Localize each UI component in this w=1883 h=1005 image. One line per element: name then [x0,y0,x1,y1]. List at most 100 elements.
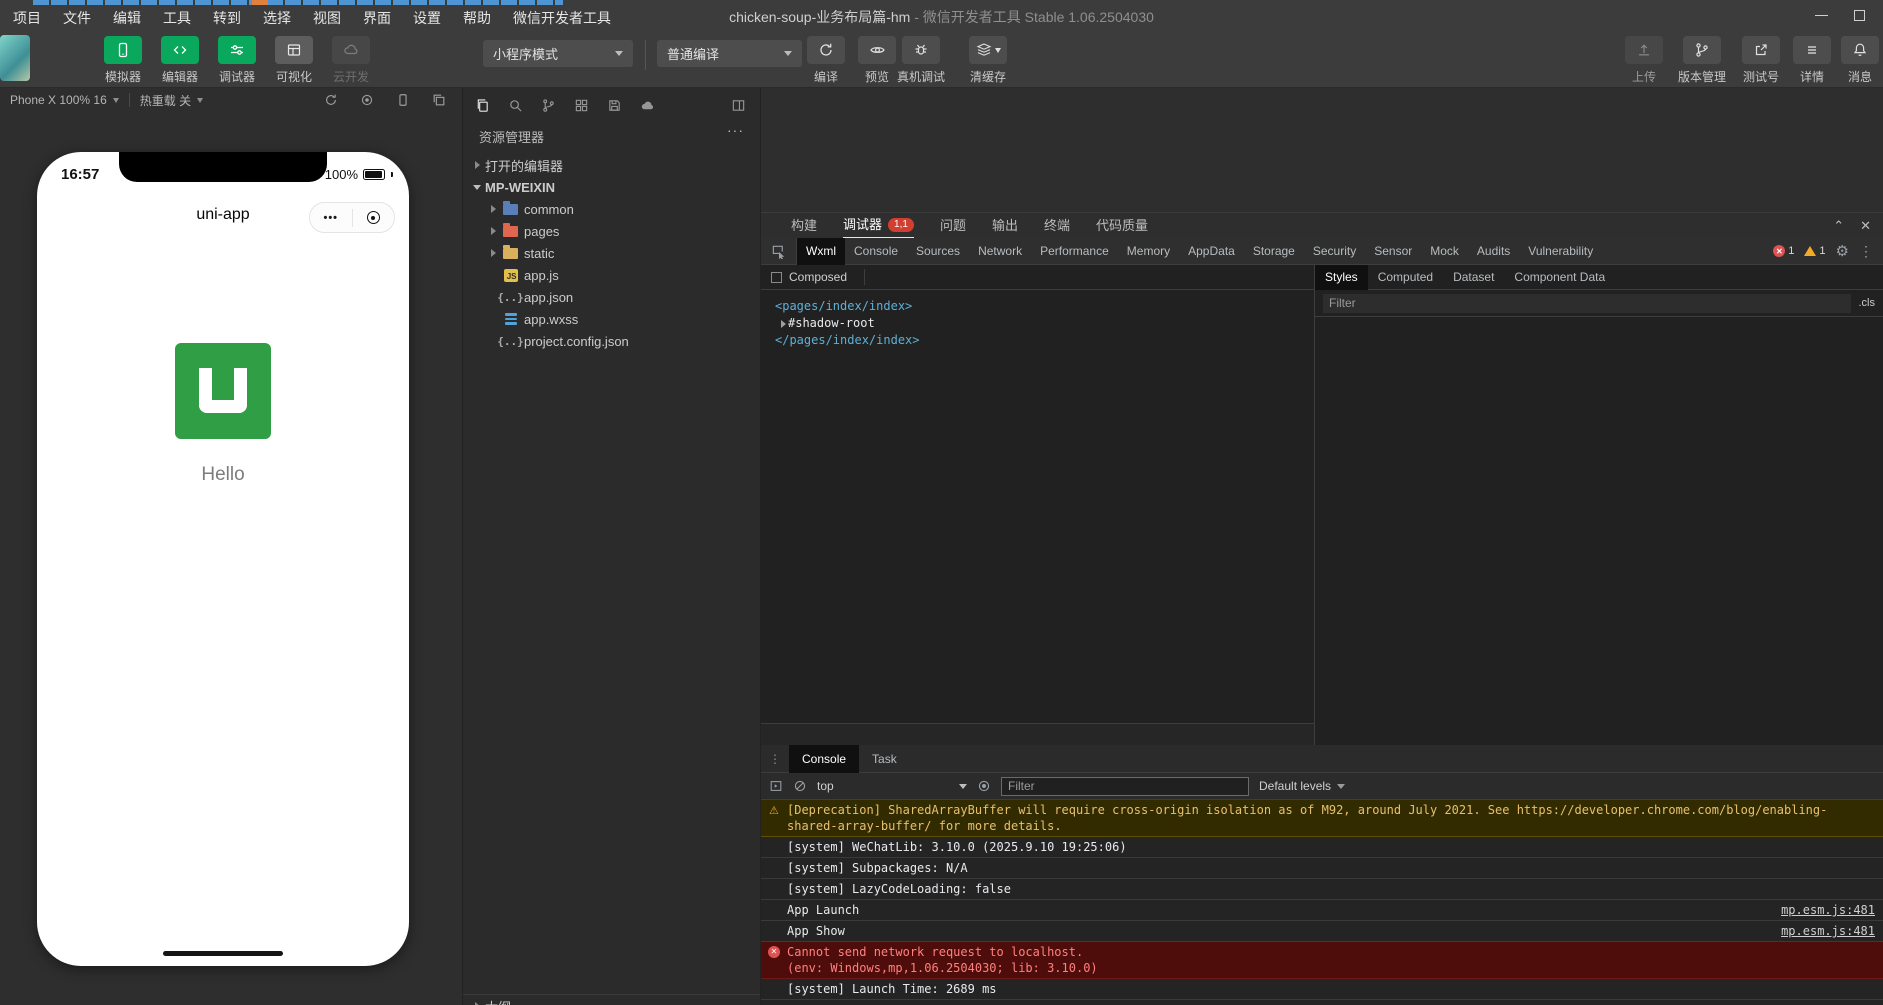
menu-wechat-devtools[interactable]: 微信开发者工具 [504,5,620,31]
cloud-sync-icon[interactable] [640,98,655,113]
devtools-tab-sensor[interactable]: Sensor [1365,238,1421,265]
menu-tools[interactable]: 工具 [154,5,200,31]
menu-edit[interactable]: 编辑 [104,5,150,31]
tab-terminal[interactable]: 终端 [1044,213,1070,239]
tab-code-quality[interactable]: 代码质量 [1096,213,1148,239]
menu-goto[interactable]: 转到 [204,5,250,31]
devtools-tab-appdata[interactable]: AppData [1179,238,1244,265]
tab-output[interactable]: 输出 [992,213,1018,239]
more-menu-button[interactable]: ••• [310,212,352,224]
source-link[interactable]: mp.esm.js:481 [1781,902,1875,918]
version-manage-button[interactable]: 版本管理 [1674,36,1730,85]
compile-button[interactable]: 编译 [806,36,846,85]
kebab-menu-icon[interactable]: ⋮ [1859,243,1873,260]
record-icon[interactable] [360,93,374,107]
compile-select[interactable]: 普通编译 [657,40,802,67]
tab-build[interactable]: 构建 [791,213,817,239]
close-panel-icon[interactable]: ✕ [1860,218,1871,234]
styles-filter-input[interactable] [1323,293,1851,313]
tree-folder-common[interactable]: common [463,198,760,220]
live-expression-eye-icon[interactable] [977,779,991,793]
source-control-icon[interactable] [541,98,556,113]
menu-file[interactable]: 文件 [54,5,100,31]
source-link[interactable]: mp.esm.js:481 [1781,923,1875,939]
menu-settings[interactable]: 设置 [404,5,450,31]
composed-checkbox[interactable] [771,271,782,283]
maximize-icon[interactable] [1854,9,1865,21]
devtools-tab-console[interactable]: Console [845,238,907,265]
tab-component-data[interactable]: Component Data [1504,265,1615,290]
drag-handle-icon[interactable]: ⋮ [761,752,789,766]
menu-help[interactable]: 帮助 [454,5,500,31]
cls-toggle[interactable]: .cls [1859,297,1876,309]
test-account-button[interactable]: 测试号 [1738,36,1784,85]
tab-styles[interactable]: Styles [1315,264,1368,290]
collapse-panel-icon[interactable]: ⌃ [1833,218,1844,234]
menu-view[interactable]: 视图 [304,5,350,31]
extensions-icon[interactable] [574,98,589,113]
tree-file-appwxss[interactable]: app.wxss [463,308,760,330]
tree-file-appjson[interactable]: {..} app.json [463,286,760,308]
tab-debugger[interactable]: 调试器 1,1 [843,213,914,239]
files-icon[interactable] [475,98,490,113]
error-count-badge[interactable]: ✕ 1 [1773,245,1794,257]
tab-console[interactable]: Console [789,745,860,773]
save-all-icon[interactable] [607,98,622,113]
minimize-icon[interactable] [1815,14,1828,16]
devtools-tab-vulnerability[interactable]: Vulnerability [1519,238,1602,265]
sidebar-toggle-icon[interactable] [769,779,783,793]
tree-open-editors[interactable]: 打开的编辑器 [463,154,760,176]
device-debug-button[interactable]: 真机调试 [893,36,949,85]
devtools-tab-memory[interactable]: Memory [1118,238,1179,265]
console-prompt[interactable]: › [761,1000,1883,1005]
tab-computed[interactable]: Computed [1368,265,1443,290]
preview-button[interactable]: 预览 [857,36,897,85]
outline-section[interactable]: 大纲 [463,994,760,1005]
details-button[interactable]: 详情 [1792,36,1832,85]
tree-folder-static[interactable]: static [463,242,760,264]
debugger-button[interactable]: 调试器 [214,36,260,85]
devtools-tab-wxml[interactable]: Wxml [797,237,845,265]
log-levels-select[interactable]: Default levels [1259,779,1346,793]
context-select[interactable]: top [817,779,967,793]
hot-reload-toggle[interactable]: 热重载 关 [130,92,213,109]
dom-shadow-root[interactable]: #shadow-root [775,315,1314,332]
split-panel-icon[interactable] [731,98,746,113]
devtools-tab-performance[interactable]: Performance [1031,238,1118,265]
tab-task[interactable]: Task [859,745,910,773]
more-actions-icon[interactable]: ··· [727,122,744,138]
tree-file-appjs[interactable]: JS app.js [463,264,760,286]
tab-dataset[interactable]: Dataset [1443,265,1504,290]
gear-icon[interactable]: ⚙ [1836,242,1849,260]
warning-count-badge[interactable]: 1 [1804,245,1826,257]
tab-problems[interactable]: 问题 [940,213,966,239]
user-avatar[interactable] [0,35,30,81]
console-filter-input[interactable] [1001,776,1249,796]
close-circle-button[interactable] [353,211,395,224]
devtools-tab-mock[interactable]: Mock [1421,238,1468,265]
tree-file-projectconfig[interactable]: {..} project.config.json [463,330,760,352]
devtools-tab-network[interactable]: Network [969,238,1031,265]
dom-open-tag[interactable]: <pages/index/index> [775,298,1314,315]
device-select[interactable]: Phone X 100% 16 [0,93,129,107]
tree-root-mp-weixin[interactable]: MP-WEIXIN [463,176,760,198]
dom-close-tag[interactable]: </pages/index/index> [775,332,1314,349]
editor-button[interactable]: 编辑器 [157,36,203,85]
menu-select[interactable]: 选择 [254,5,300,31]
devtools-tab-sources[interactable]: Sources [907,238,969,265]
cloud-dev-button[interactable]: 云开发 [328,36,374,85]
tree-folder-pages[interactable]: pages [463,220,760,242]
menu-interface[interactable]: 界面 [354,5,400,31]
devtools-tab-security[interactable]: Security [1304,238,1365,265]
multi-window-icon[interactable] [432,93,446,107]
phone-frame-icon[interactable] [396,93,410,107]
clear-cache-button[interactable]: 清缓存 [963,36,1013,85]
search-icon[interactable] [508,98,523,113]
upload-button[interactable]: 上传 [1622,36,1666,85]
messages-button[interactable]: 消息 [1840,36,1880,85]
simulator-button[interactable]: 模拟器 [100,36,146,85]
inspect-element-icon[interactable] [761,237,797,265]
rotate-icon[interactable] [324,93,338,107]
devtools-tab-storage[interactable]: Storage [1244,238,1304,265]
mode-select[interactable]: 小程序模式 [483,40,633,67]
